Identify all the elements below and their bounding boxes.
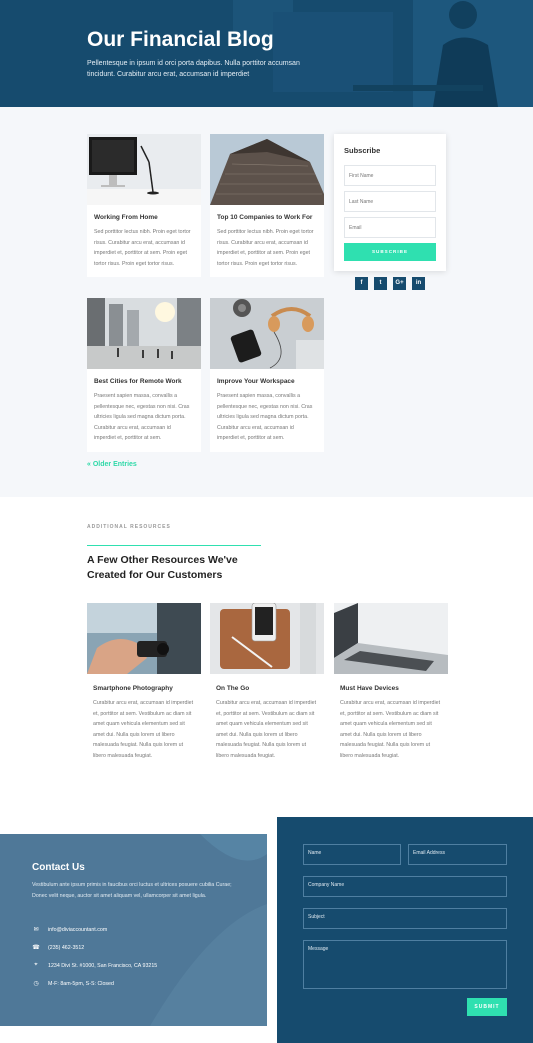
resource-image-camera[interactable]	[87, 603, 201, 674]
resource-text: Curabitur arcu erat, accumsan id imperdi…	[216, 700, 317, 759]
email-field[interactable]: Email	[344, 217, 436, 238]
resource-card[interactable]: On The Go Curabitur arcu erat, accumsan …	[210, 603, 324, 761]
contact-address: ⌖ 1234 Divi St. #1000, San Francisco, CA…	[32, 962, 157, 969]
older-entries-link[interactable]: « Older Entries	[87, 461, 137, 468]
post-image-monitor[interactable]	[87, 134, 201, 205]
resource-text: Curabitur arcu erat, accumsan id imperdi…	[93, 700, 194, 759]
blog-post-card[interactable]: Top 10 Companies to Work For Sed porttit…	[210, 134, 324, 277]
resource-card[interactable]: Smartphone Photography Curabitur arcu er…	[87, 603, 201, 761]
resource-text: Curabitur arcu erat, accumsan id imperdi…	[340, 700, 441, 759]
resource-title[interactable]: On The Go	[216, 685, 318, 692]
contact-email[interactable]: ✉ info@diviaccountant.com	[32, 926, 107, 934]
resource-image-laptop[interactable]	[334, 603, 448, 674]
phone-text[interactable]: (235) 462-3512	[48, 945, 84, 951]
hours-text: M-F: 8am-5pm, S-S: Closed	[48, 980, 114, 987]
post-excerpt: Praesent sapien massa, convallis a pelle…	[94, 393, 190, 441]
envelope-icon: ✉	[33, 927, 39, 933]
resource-title[interactable]: Must Have Devices	[340, 685, 442, 692]
blog-post-card[interactable]: Working From Home Sed porttitor lectus n…	[87, 134, 201, 277]
post-image-city[interactable]	[87, 298, 201, 369]
social-links: f t G+ in	[355, 277, 425, 290]
blog-section: Working From Home Sed porttitor lectus n…	[0, 107, 533, 497]
blog-post-card[interactable]: Improve Your Workspace Praesent sapien m…	[210, 298, 324, 452]
contact-description: Vestibulum ante ipsum primis in faucibus…	[32, 882, 232, 899]
contact-hours: ◷ M-F: 8am-5pm, S-S: Closed	[32, 980, 114, 988]
resource-title[interactable]: Smartphone Photography	[93, 685, 195, 692]
name-field[interactable]: Name	[303, 844, 401, 865]
hero-section: Our Financial Blog Pellentesque in ipsum…	[0, 0, 533, 107]
post-excerpt: Sed porttitor lectus nibh. Proin eget to…	[94, 229, 191, 267]
post-excerpt: Praesent sapien massa, convallis a pelle…	[217, 393, 313, 441]
company-name-field[interactable]: Company Name	[303, 876, 507, 897]
linkedin-icon[interactable]: in	[412, 277, 425, 290]
divider	[87, 545, 261, 546]
location-pin-icon: ⌖	[34, 962, 38, 968]
subscribe-button[interactable]: SUBSCRIBE	[344, 243, 436, 261]
hero-background-image	[213, 0, 533, 107]
first-name-field[interactable]: First Name	[344, 165, 436, 186]
section-eyebrow: ADDITIONAL RESOURCES	[87, 524, 171, 530]
message-field[interactable]: Message	[303, 940, 507, 989]
blog-post-card[interactable]: Best Cities for Remote Work Praesent sap…	[87, 298, 201, 452]
address-text: 1234 Divi St. #1000, San Francisco, CA 9…	[48, 962, 158, 969]
clock-icon: ◷	[33, 981, 39, 987]
post-image-workspace[interactable]	[210, 298, 324, 369]
contact-info-panel: Contact Us Vestibulum ante ipsum primis …	[0, 834, 267, 1026]
email-address-field[interactable]: Email Address	[408, 844, 507, 865]
submit-button[interactable]: SUBMIT	[467, 998, 507, 1016]
contact-form-panel: Name Email Address Company Name Subject …	[277, 817, 533, 1043]
footer-section: Contact Us Vestibulum ante ipsum primis …	[0, 817, 533, 1043]
resources-section: ADDITIONAL RESOURCES A Few Other Resourc…	[0, 497, 533, 834]
post-title[interactable]: Top 10 Companies to Work For	[217, 214, 317, 221]
contact-phone[interactable]: ☎ (235) 462-3512	[32, 944, 84, 952]
post-title[interactable]: Best Cities for Remote Work	[94, 378, 194, 385]
page-title: Our Financial Blog	[87, 28, 274, 51]
subscribe-title: Subscribe	[344, 146, 381, 155]
subject-field[interactable]: Subject	[303, 908, 507, 929]
google-plus-icon[interactable]: G+	[393, 277, 406, 290]
post-title[interactable]: Improve Your Workspace	[217, 378, 317, 385]
resource-image-phone[interactable]	[210, 603, 324, 674]
post-image-building[interactable]	[210, 134, 324, 205]
post-excerpt: Sed porttitor lectus nibh. Proin eget to…	[217, 229, 314, 267]
contact-title: Contact Us	[32, 862, 85, 873]
section-heading: A Few Other Resources We've Created for …	[87, 554, 238, 581]
email-text[interactable]: info@diviaccountant.com	[48, 927, 107, 933]
resource-card[interactable]: Must Have Devices Curabitur arcu erat, a…	[334, 603, 448, 761]
hero-subtitle: Pellentesque in ipsum id orci porta dapi…	[87, 60, 300, 78]
twitter-icon[interactable]: t	[374, 277, 387, 290]
subscribe-widget: Subscribe First Name Last Name Email SUB…	[334, 134, 446, 271]
post-title[interactable]: Working From Home	[94, 214, 194, 221]
last-name-field[interactable]: Last Name	[344, 191, 436, 212]
phone-icon: ☎	[32, 945, 40, 951]
facebook-icon[interactable]: f	[355, 277, 368, 290]
